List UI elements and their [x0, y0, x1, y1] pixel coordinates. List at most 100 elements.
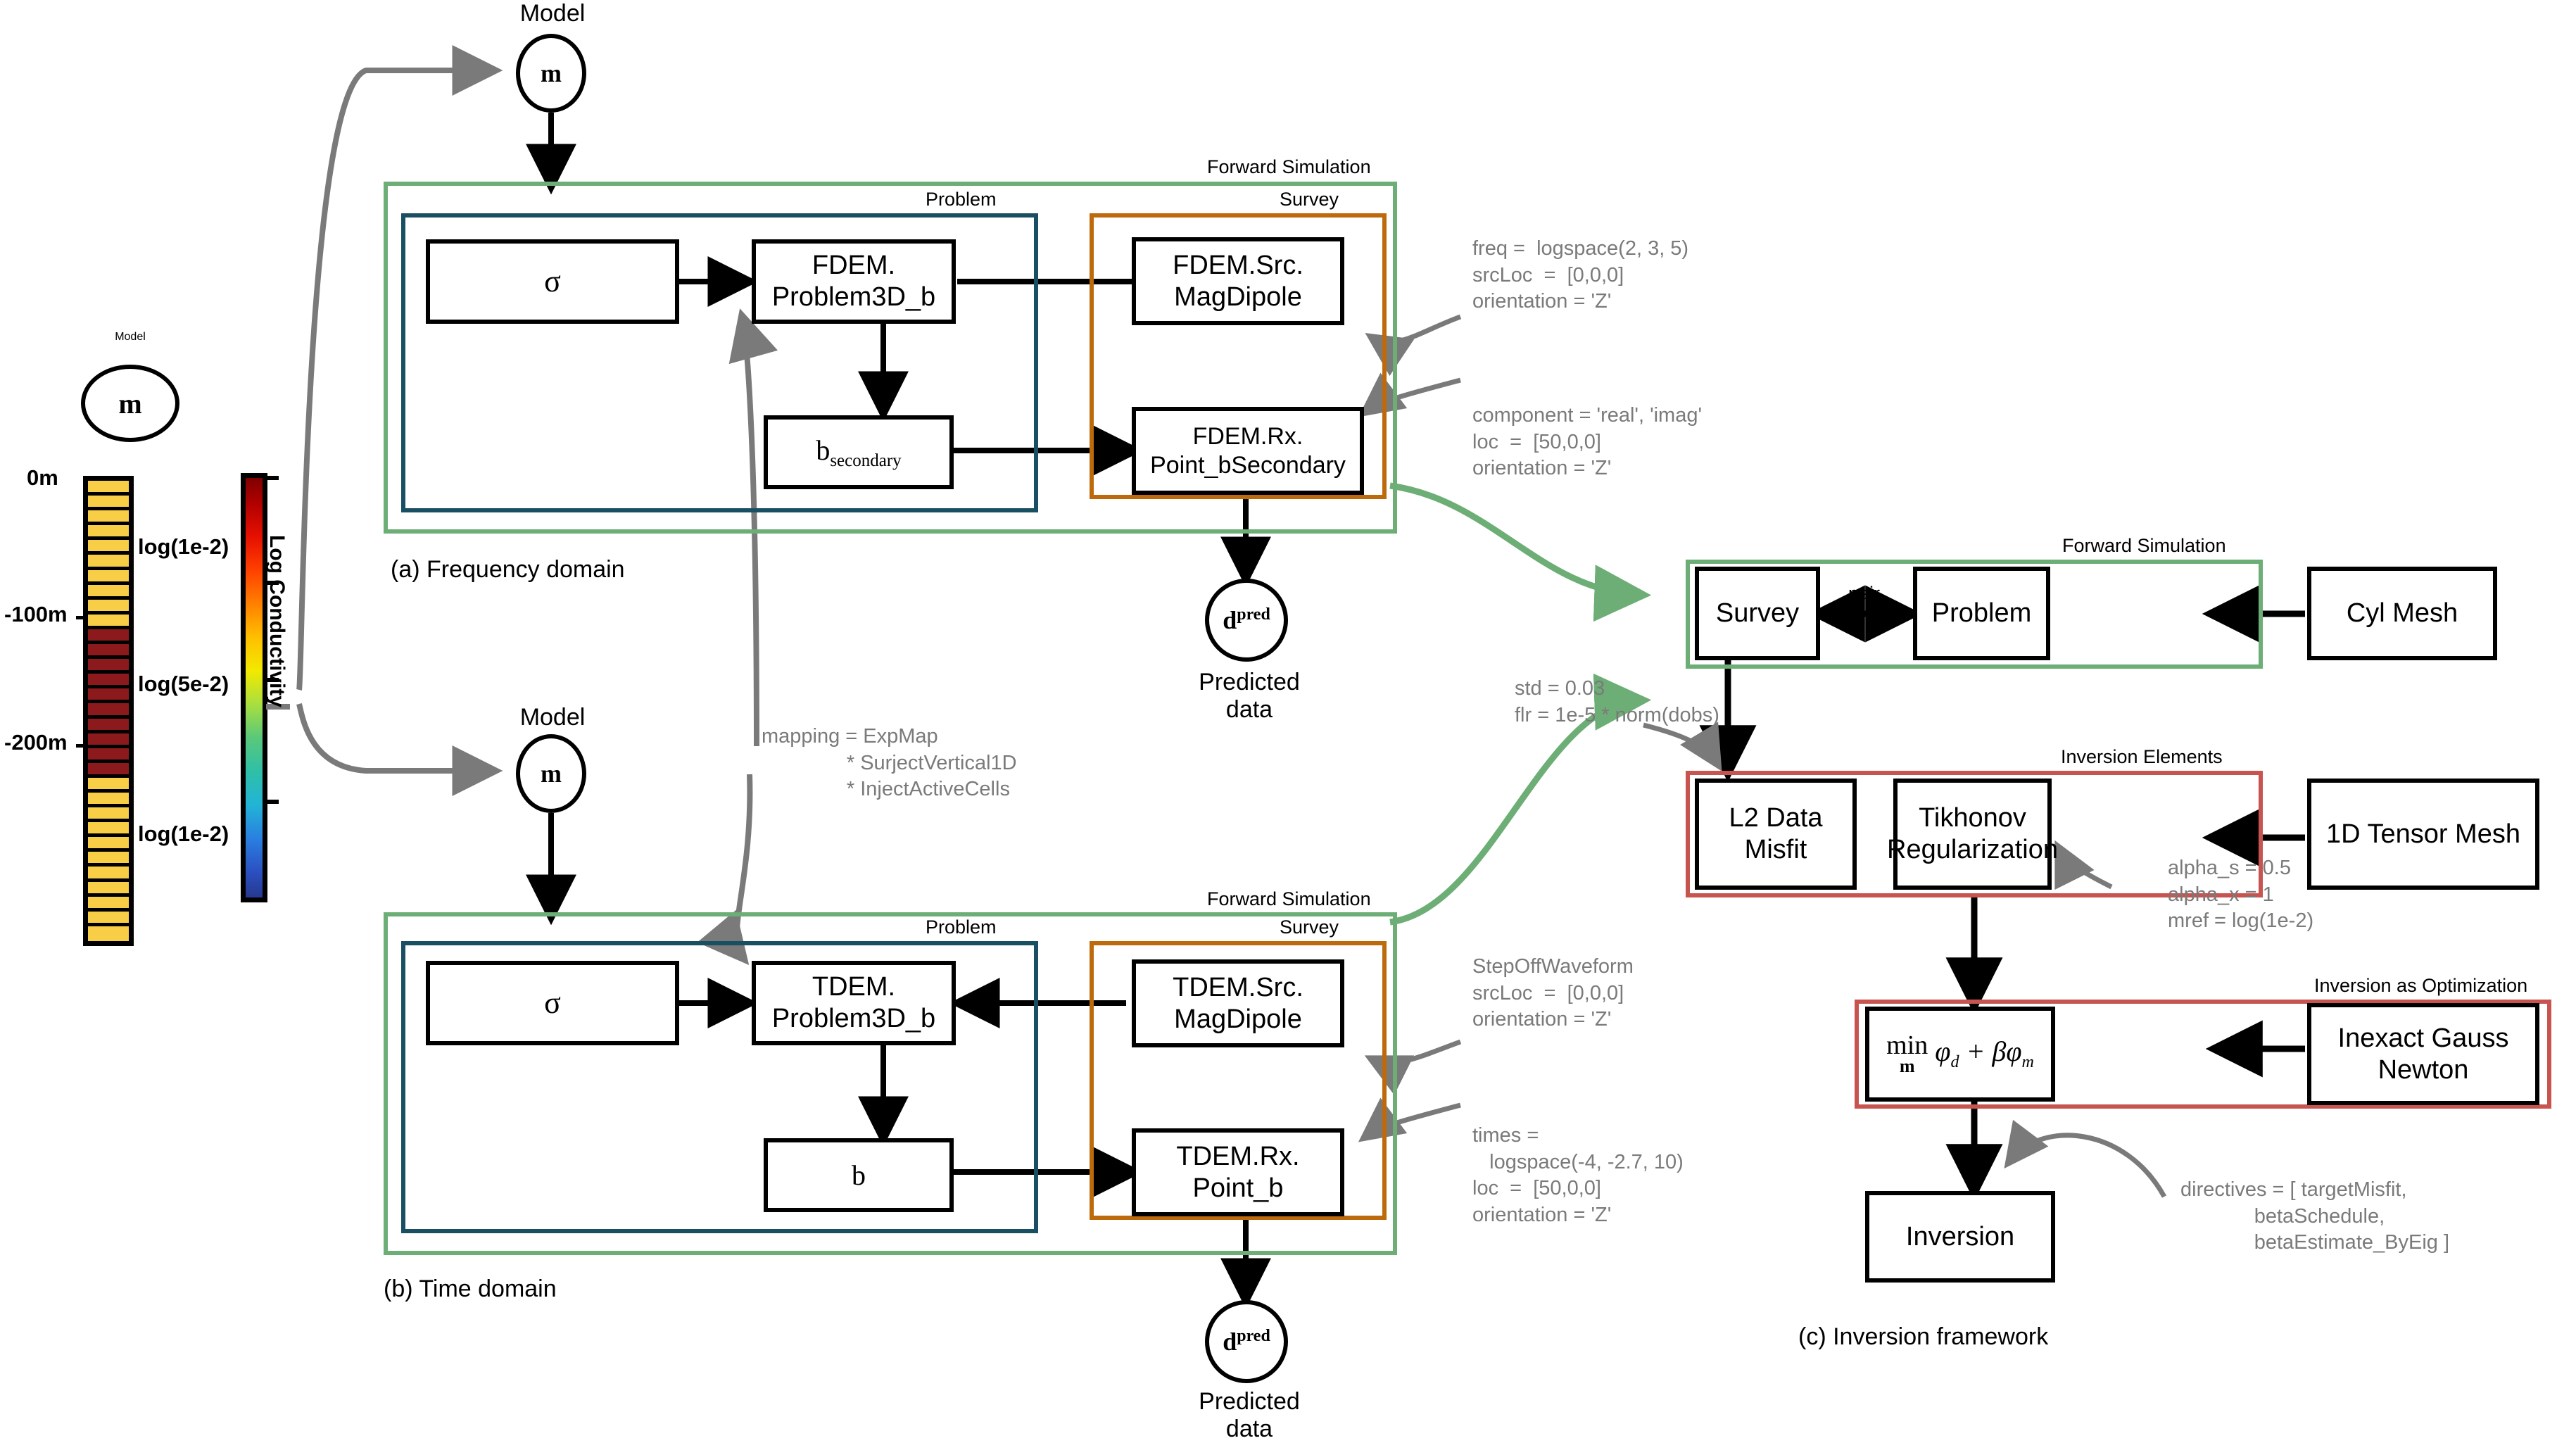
- panel-c-tikhonov-label: Tikhonov Regularization: [1887, 803, 2058, 864]
- panel-b-receiver-box: TDEM.Rx. Point_b: [1132, 1128, 1344, 1216]
- panel-c-inversion-optimization-label: Inversion as Optimization: [2314, 975, 2528, 996]
- model-layer-cell: [88, 659, 129, 674]
- colorbar-title: Log Conductivity: [265, 535, 289, 707]
- model-layer-cell: [88, 481, 129, 496]
- depth-tick-2: -200m: [4, 730, 68, 755]
- layer-label-2: log(1e-2): [138, 821, 229, 846]
- panel-a-caption: (a) Frequency domain: [391, 556, 625, 583]
- panel-c-gauss-newton-box: Inexact Gauss Newton: [2307, 1003, 2539, 1105]
- panel-b-caption: (b) Time domain: [384, 1275, 557, 1302]
- panel-a-sigma-box: σ: [426, 239, 679, 324]
- panel-b-model-node-label: m: [541, 760, 562, 788]
- panel-c-directives-annotation: directives = [ targetMisfit, betaSchedul…: [2180, 1178, 2449, 1254]
- panel-b-output-symbol: dpred: [1223, 1327, 1270, 1356]
- panel-c-problem-box: Problem: [1913, 567, 2050, 660]
- model-figure-node: m: [81, 365, 179, 442]
- model-layer-cell: [88, 881, 129, 897]
- panel-b-output-caption: Predicted data: [1199, 1388, 1300, 1443]
- colorbar: [241, 473, 267, 902]
- model-layer-cell: [88, 896, 129, 912]
- panel-b-field-label: b: [852, 1159, 866, 1191]
- panel-b-forward-simulation-label: Forward Simulation: [1207, 888, 1371, 909]
- model-layer-cell: [88, 822, 129, 838]
- panel-a-model-title: Model: [519, 0, 586, 27]
- panel-b-field-box: b: [764, 1138, 954, 1212]
- panel-c-misfit-annotation: std = 0.03 flr = 1e-5 * norm(dobs): [1515, 677, 1719, 726]
- model-layer-cell: [88, 777, 129, 793]
- model-layer-cell: [88, 525, 129, 541]
- panel-b-output-node: dpred: [1205, 1300, 1288, 1383]
- model-figure-node-label: m: [118, 387, 142, 420]
- model-column: [83, 476, 134, 946]
- panel-a-source-annotation: freq = logspace(2, 3, 5) srcLoc = [0,0,0…: [1472, 237, 1689, 313]
- panel-b-sigma-box: σ: [426, 961, 679, 1045]
- panel-a-receiver-annotation: component = 'real', 'imag' loc = [50,0,0…: [1472, 404, 1703, 480]
- panel-b-problem-box: TDEM. Problem3D_b: [752, 961, 956, 1045]
- panel-a-source-box: FDEM.Src. MagDipole: [1132, 237, 1344, 325]
- panel-c-tikhonov-box: Tikhonov Regularization: [1887, 779, 2058, 890]
- panel-b-receiver-annotation: times = logspace(-4, -2.7, 10) loc = [50…: [1472, 1124, 1684, 1227]
- model-layer-cell: [88, 926, 129, 941]
- model-layer-cell: [88, 496, 129, 511]
- layer-label-1: log(5e-2): [138, 672, 229, 696]
- model-layer-cell: [88, 852, 129, 867]
- panel-c-l2-data-misfit-label: L2 Data Misfit: [1729, 803, 1823, 864]
- panel-c-inversion-box: Inversion: [1865, 1191, 2055, 1283]
- panel-c-survey-label: Survey: [1715, 598, 1800, 629]
- model-layer-cell: [88, 867, 129, 882]
- panel-a-source-label: FDEM.Src. MagDipole: [1173, 250, 1303, 312]
- panel-c-cyl-mesh-box: Cyl Mesh: [2307, 567, 2497, 660]
- panel-c-objective-label: min m φd + βφm: [1886, 1031, 2034, 1077]
- model-layer-cell: [88, 614, 129, 629]
- depth-tick-0: 0m: [27, 465, 58, 490]
- panel-a-model-node-label: m: [541, 59, 562, 87]
- model-layer-cell: [88, 584, 129, 600]
- model-layer-cell: [88, 599, 129, 615]
- panel-a-problem-box: FDEM. Problem3D_b: [752, 239, 956, 324]
- model-layer-cell: [88, 762, 129, 778]
- panel-b-problem-box-label: TDEM. Problem3D_b: [771, 972, 936, 1033]
- panel-b-source-annotation: StepOffWaveform srcLoc = [0,0,0] orienta…: [1472, 955, 1634, 1031]
- panel-a-forward-simulation-label: Forward Simulation: [1207, 156, 1371, 177]
- panel-c-inversion-elements-label: Inversion Elements: [2061, 746, 2223, 767]
- model-layer-cell: [88, 792, 129, 808]
- panel-b-problem-label: Problem: [926, 916, 997, 938]
- model-layer-cell: [88, 911, 129, 926]
- panel-b-model-title: Model: [519, 704, 586, 731]
- panel-c-objective-box: min m φd + βφm: [1865, 1007, 2055, 1102]
- panel-c-pair-label: pair: [1848, 583, 1881, 604]
- mapping-annotation: mapping = ExpMap * SurjectVertical1D * I…: [762, 725, 1017, 801]
- model-layer-cell: [88, 837, 129, 852]
- depth-tick-1: -100m: [4, 602, 68, 626]
- panel-c-tensor-mesh-label: 1D Tensor Mesh: [2326, 819, 2520, 849]
- model-layer-cell: [88, 748, 129, 763]
- panel-a-output-symbol: dpred: [1223, 605, 1270, 634]
- panel-a-receiver-box: FDEM.Rx. Point_bSecondary: [1132, 407, 1364, 495]
- model-layer-cell: [88, 703, 129, 719]
- model-layer-cell: [88, 629, 129, 645]
- model-layer-cell: [88, 510, 129, 526]
- model-figure-title: Model: [115, 331, 146, 343]
- model-layer-cell: [88, 807, 129, 823]
- panel-c-regularization-annotation: alpha_s = 0.5 alpha_x = 1 mref = log(1e-…: [2168, 857, 2314, 933]
- model-layer-cell: [88, 555, 129, 570]
- panel-b-survey-label: Survey: [1280, 916, 1339, 938]
- panel-b-source-box: TDEM.Src. MagDipole: [1132, 959, 1344, 1047]
- panel-c-problem-label: Problem: [1931, 598, 2032, 629]
- panel-a-output-node: dpred: [1205, 579, 1288, 662]
- panel-a-field-label: bsecondary: [816, 434, 902, 470]
- model-layer-cell: [88, 569, 129, 585]
- panel-b-receiver-label: TDEM.Rx. Point_b: [1176, 1141, 1300, 1203]
- panel-b-model-node: m: [516, 734, 586, 813]
- panel-a-output-caption: Predicted data: [1199, 669, 1300, 724]
- panel-a-model-node: m: [516, 34, 586, 113]
- layer-label-0: log(1e-2): [138, 534, 229, 559]
- panel-a-problem-label: Problem: [926, 189, 997, 210]
- panel-c-cyl-mesh-label: Cyl Mesh: [2346, 598, 2458, 629]
- panel-b-sigma-label: σ: [544, 985, 561, 1021]
- model-layer-cell: [88, 674, 129, 689]
- model-layer-cell: [88, 718, 129, 733]
- panel-b-source-label: TDEM.Src. MagDipole: [1173, 972, 1303, 1034]
- panel-c-survey-box: Survey: [1695, 567, 1820, 660]
- colorbar-tick-3: [267, 800, 279, 804]
